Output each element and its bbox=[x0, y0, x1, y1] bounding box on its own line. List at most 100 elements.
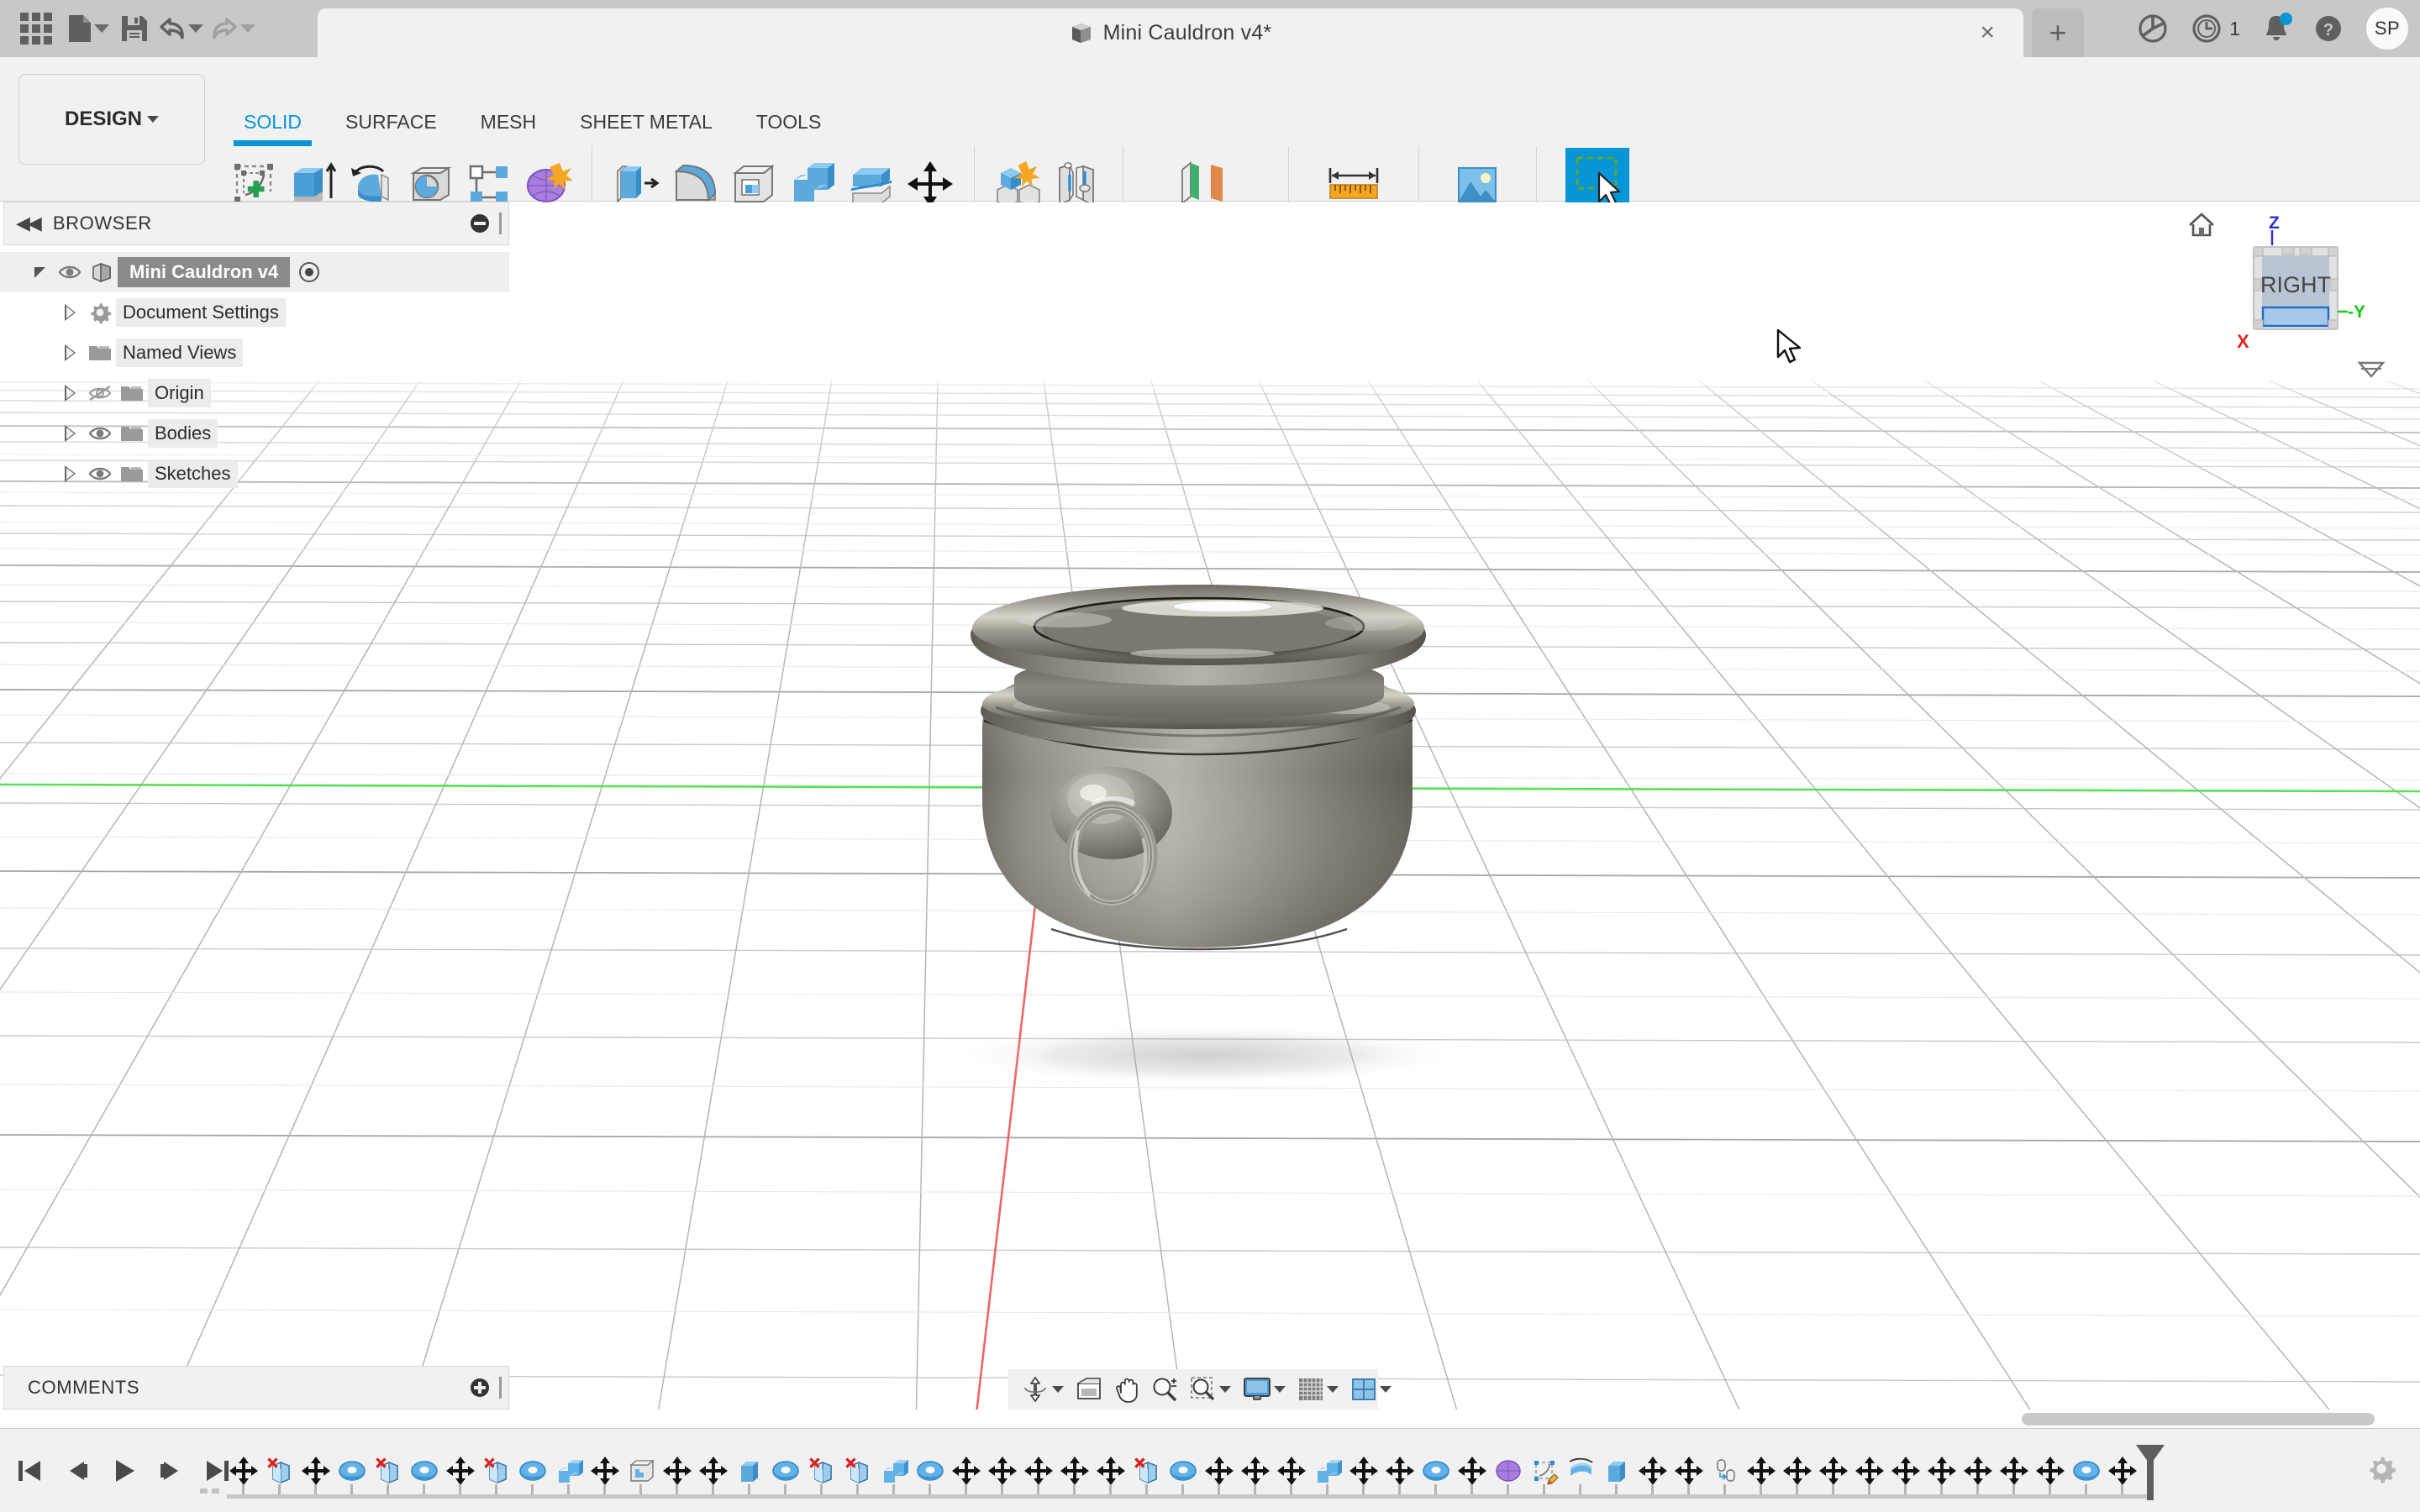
timeline-feature[interactable] bbox=[1454, 1429, 1490, 1512]
grid-snaps-button[interactable] bbox=[1292, 1377, 1344, 1402]
extensions-button[interactable] bbox=[2137, 13, 2169, 45]
timeline-feature[interactable] bbox=[984, 1429, 1020, 1512]
zoom-button[interactable] bbox=[1145, 1376, 1184, 1403]
timeline-end-marker[interactable] bbox=[2147, 1445, 2154, 1500]
tab-surface[interactable]: SURFACE bbox=[324, 104, 459, 139]
tab-mesh[interactable]: MESH bbox=[459, 104, 558, 139]
timeline-drag-dots[interactable] bbox=[200, 1488, 219, 1494]
timeline-feature[interactable] bbox=[1634, 1429, 1670, 1512]
tree-item-sketches[interactable]: Sketches bbox=[0, 454, 509, 494]
timeline-feature[interactable] bbox=[1309, 1429, 1345, 1512]
timeline-feature[interactable] bbox=[1273, 1429, 1309, 1512]
timeline-feature[interactable] bbox=[1490, 1429, 1526, 1512]
add-comment-icon[interactable] bbox=[471, 1378, 489, 1397]
comments-panel-header[interactable]: COMMENTS bbox=[3, 1366, 509, 1410]
timeline-feature[interactable] bbox=[1707, 1429, 1743, 1512]
tree-item-bodies[interactable]: Bodies bbox=[0, 413, 509, 454]
collapse-browser-icon[interactable]: ◀◀ bbox=[16, 213, 39, 234]
document-tab[interactable]: Mini Cauldron v4* × bbox=[318, 8, 2023, 57]
timeline-settings-button[interactable] bbox=[2366, 1453, 2396, 1488]
timeline-feature[interactable] bbox=[731, 1429, 767, 1512]
close-icon[interactable]: × bbox=[1980, 20, 1995, 45]
app-grid-button[interactable] bbox=[10, 5, 62, 52]
timeline-feature[interactable] bbox=[1237, 1429, 1273, 1512]
tree-item-named-views[interactable]: Named Views bbox=[0, 333, 509, 373]
avatar[interactable]: SP bbox=[2366, 8, 2408, 50]
timeline-feature[interactable] bbox=[1851, 1429, 1887, 1512]
timeline-feature[interactable] bbox=[1020, 1429, 1056, 1512]
eye-visible-icon[interactable] bbox=[84, 425, 116, 442]
tree-item-origin[interactable]: Origin bbox=[0, 373, 509, 413]
expand-arrow-right-icon[interactable] bbox=[55, 465, 84, 482]
step-back-button[interactable] bbox=[59, 1452, 94, 1490]
timeline-feature[interactable] bbox=[1670, 1429, 1707, 1512]
timeline-feature[interactable] bbox=[1418, 1429, 1454, 1512]
pan-button[interactable] bbox=[1108, 1376, 1145, 1403]
job-status-button[interactable]: 1 bbox=[2191, 13, 2240, 45]
timeline-feature[interactable] bbox=[2104, 1429, 2140, 1512]
new-tab-button[interactable]: + bbox=[2032, 8, 2084, 57]
timeline-feature[interactable] bbox=[514, 1429, 550, 1512]
timeline-feature[interactable] bbox=[550, 1429, 587, 1512]
view-cube[interactable]: Z RIGHT -Y X bbox=[2185, 207, 2395, 391]
timeline-feature[interactable] bbox=[478, 1429, 514, 1512]
timeline-feature[interactable] bbox=[442, 1429, 478, 1512]
tree-item-document-settings[interactable]: Document Settings bbox=[0, 292, 509, 333]
timeline-feature[interactable] bbox=[2068, 1429, 2104, 1512]
timeline-feature[interactable] bbox=[1526, 1429, 1562, 1512]
eye-visible-icon[interactable] bbox=[54, 264, 86, 281]
timeline-feature[interactable] bbox=[1779, 1429, 1815, 1512]
timeline-feature[interactable] bbox=[587, 1429, 623, 1512]
timeline-feature[interactable] bbox=[1128, 1429, 1165, 1512]
timeline-feature[interactable] bbox=[803, 1429, 839, 1512]
timeline-feature[interactable] bbox=[1960, 1429, 1996, 1512]
timeline-feature[interactable] bbox=[334, 1429, 370, 1512]
timeline-feature[interactable] bbox=[659, 1429, 695, 1512]
scrollbar-thumb[interactable] bbox=[2022, 1413, 2375, 1425]
timeline-feature[interactable] bbox=[2032, 1429, 2068, 1512]
go-to-beginning-button[interactable] bbox=[12, 1452, 47, 1490]
new-document-button[interactable] bbox=[62, 5, 114, 52]
timeline-feature[interactable] bbox=[1815, 1429, 1851, 1512]
panel-resize-grip[interactable] bbox=[499, 213, 502, 234]
timeline-feature[interactable] bbox=[1092, 1429, 1128, 1512]
timeline-feature[interactable] bbox=[1345, 1429, 1381, 1512]
expand-arrow-down-icon[interactable] bbox=[25, 267, 54, 278]
expand-arrow-right-icon[interactable] bbox=[55, 344, 84, 361]
expand-arrow-right-icon[interactable] bbox=[55, 385, 84, 402]
timeline-feature[interactable] bbox=[623, 1429, 659, 1512]
timeline-feature[interactable] bbox=[767, 1429, 803, 1512]
undo-button[interactable] bbox=[155, 5, 207, 52]
zoom-window-button[interactable] bbox=[1184, 1376, 1237, 1403]
timeline-feature[interactable] bbox=[1743, 1429, 1779, 1512]
expand-arrow-right-icon[interactable] bbox=[55, 425, 84, 442]
timeline-feature[interactable] bbox=[1165, 1429, 1201, 1512]
timeline-feature[interactable] bbox=[370, 1429, 406, 1512]
timeline-track[interactable] bbox=[225, 1429, 2311, 1512]
panel-resize-grip[interactable] bbox=[499, 1377, 502, 1399]
workspace-switcher[interactable]: DESIGN bbox=[18, 74, 205, 165]
activate-component-radio[interactable] bbox=[293, 261, 325, 283]
timeline-feature[interactable] bbox=[948, 1429, 984, 1512]
tree-item-root[interactable]: Mini Cauldron v4 bbox=[0, 252, 509, 292]
tab-tools[interactable]: TOOLS bbox=[734, 104, 844, 139]
expand-arrow-right-icon[interactable] bbox=[55, 304, 84, 321]
collapse-all-icon[interactable] bbox=[471, 214, 489, 233]
save-button[interactable] bbox=[114, 5, 155, 52]
timeline-feature[interactable] bbox=[1562, 1429, 1598, 1512]
eye-visible-icon[interactable] bbox=[84, 465, 116, 482]
timeline-feature[interactable] bbox=[406, 1429, 442, 1512]
step-forward-button[interactable] bbox=[153, 1452, 188, 1490]
timeline-feature[interactable] bbox=[695, 1429, 731, 1512]
display-settings-button[interactable] bbox=[1237, 1377, 1292, 1402]
timeline-feature[interactable] bbox=[261, 1429, 297, 1512]
timeline-feature[interactable] bbox=[912, 1429, 948, 1512]
timeline-feature[interactable] bbox=[1923, 1429, 1960, 1512]
timeline-feature[interactable] bbox=[225, 1429, 261, 1512]
orbit-button[interactable] bbox=[1015, 1375, 1070, 1404]
timeline-feature[interactable] bbox=[297, 1429, 334, 1512]
tab-solid[interactable]: SOLID bbox=[222, 104, 324, 139]
timeline-feature[interactable] bbox=[1598, 1429, 1634, 1512]
timeline-feature[interactable] bbox=[1201, 1429, 1237, 1512]
play-button[interactable] bbox=[106, 1452, 141, 1490]
